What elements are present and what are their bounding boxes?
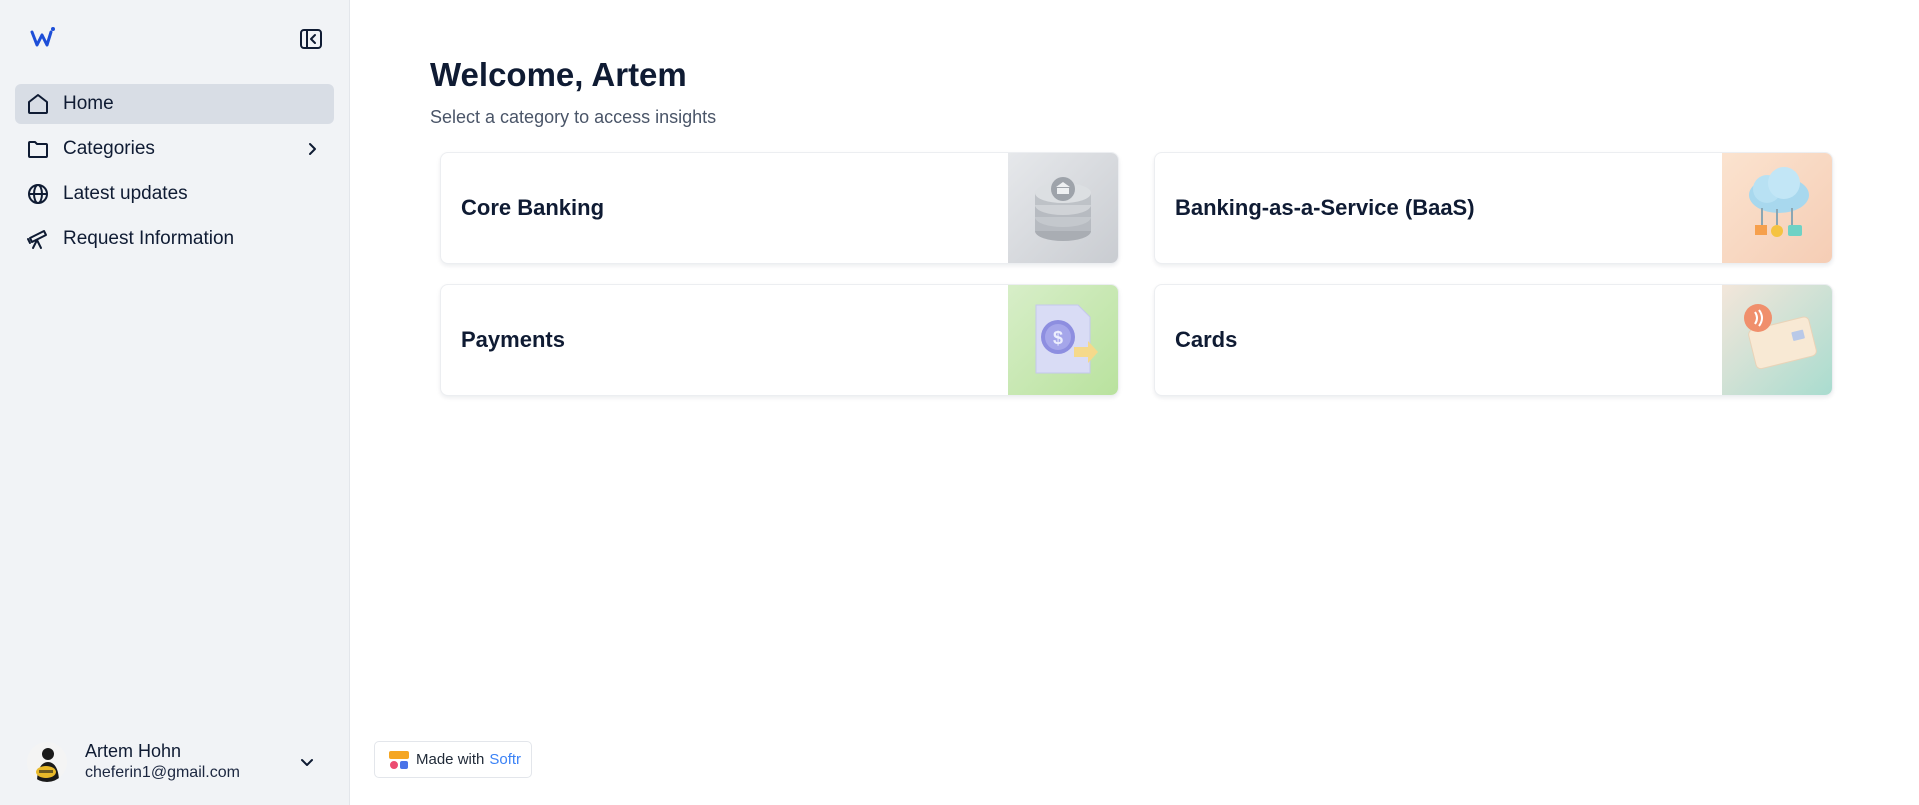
sidebar-item-home[interactable]: Home: [15, 84, 334, 124]
main-content: Welcome, Artem Select a category to acce…: [351, 0, 1919, 805]
app-logo[interactable]: [30, 26, 56, 50]
card-title: Banking-as-a-Service (BaaS): [1175, 195, 1475, 220]
dollar-document-illustration: $: [1008, 285, 1118, 395]
chevron-down-icon[interactable]: [297, 752, 317, 772]
folder-icon: [25, 136, 51, 162]
category-card-core-banking[interactable]: Core Banking: [440, 152, 1119, 264]
made-with-softr-badge[interactable]: Made with Softr: [374, 741, 532, 778]
sidebar: Home Categories Latest updates Request I…: [0, 0, 350, 805]
sidebar-item-label: Categories: [63, 138, 155, 159]
user-info: Artem Hohn cheferin1@gmail.com: [85, 740, 297, 784]
badge-prefix: Made with: [416, 751, 485, 768]
sidebar-item-label: Latest updates: [63, 183, 188, 204]
avatar: [27, 742, 67, 782]
sidebar-item-label: Request Information: [63, 228, 235, 249]
svg-text:$: $: [1053, 328, 1063, 348]
sidebar-item-request-information[interactable]: Request Information: [15, 219, 334, 259]
user-email: cheferin1@gmail.com: [85, 764, 240, 781]
sidebar-item-latest-updates[interactable]: Latest updates: [15, 174, 334, 214]
category-card-payments[interactable]: Payments $: [440, 284, 1119, 396]
page-title: Welcome, Artem: [430, 56, 687, 93]
home-icon: [25, 91, 51, 117]
category-card-cards[interactable]: Cards: [1154, 284, 1833, 396]
user-menu[interactable]: Artem Hohn cheferin1@gmail.com: [27, 738, 327, 786]
category-card-baas[interactable]: Banking-as-a-Service (BaaS): [1154, 152, 1833, 264]
user-name: Artem Hohn: [85, 741, 182, 761]
chevron-right-icon[interactable]: [302, 139, 322, 159]
sidebar-item-categories[interactable]: Categories: [15, 129, 334, 169]
page-subtitle: Select a category to access insights: [430, 107, 717, 127]
contactless-card-illustration: [1722, 285, 1832, 395]
card-title: Core Banking: [461, 195, 605, 220]
sidebar-item-label: Home: [63, 93, 114, 114]
telescope-icon: [25, 226, 51, 252]
card-title: Payments: [461, 327, 565, 352]
globe-icon: [25, 181, 51, 207]
sidebar-nav: Home Categories Latest updates Request I…: [15, 84, 334, 264]
softr-logo-icon: [389, 750, 409, 770]
badge-brand: Softr: [489, 751, 522, 768]
collapse-sidebar-icon[interactable]: [299, 28, 323, 50]
card-title: Cards: [1175, 327, 1238, 352]
cloud-services-illustration: [1722, 153, 1832, 263]
bank-stack-illustration: [1008, 153, 1118, 263]
